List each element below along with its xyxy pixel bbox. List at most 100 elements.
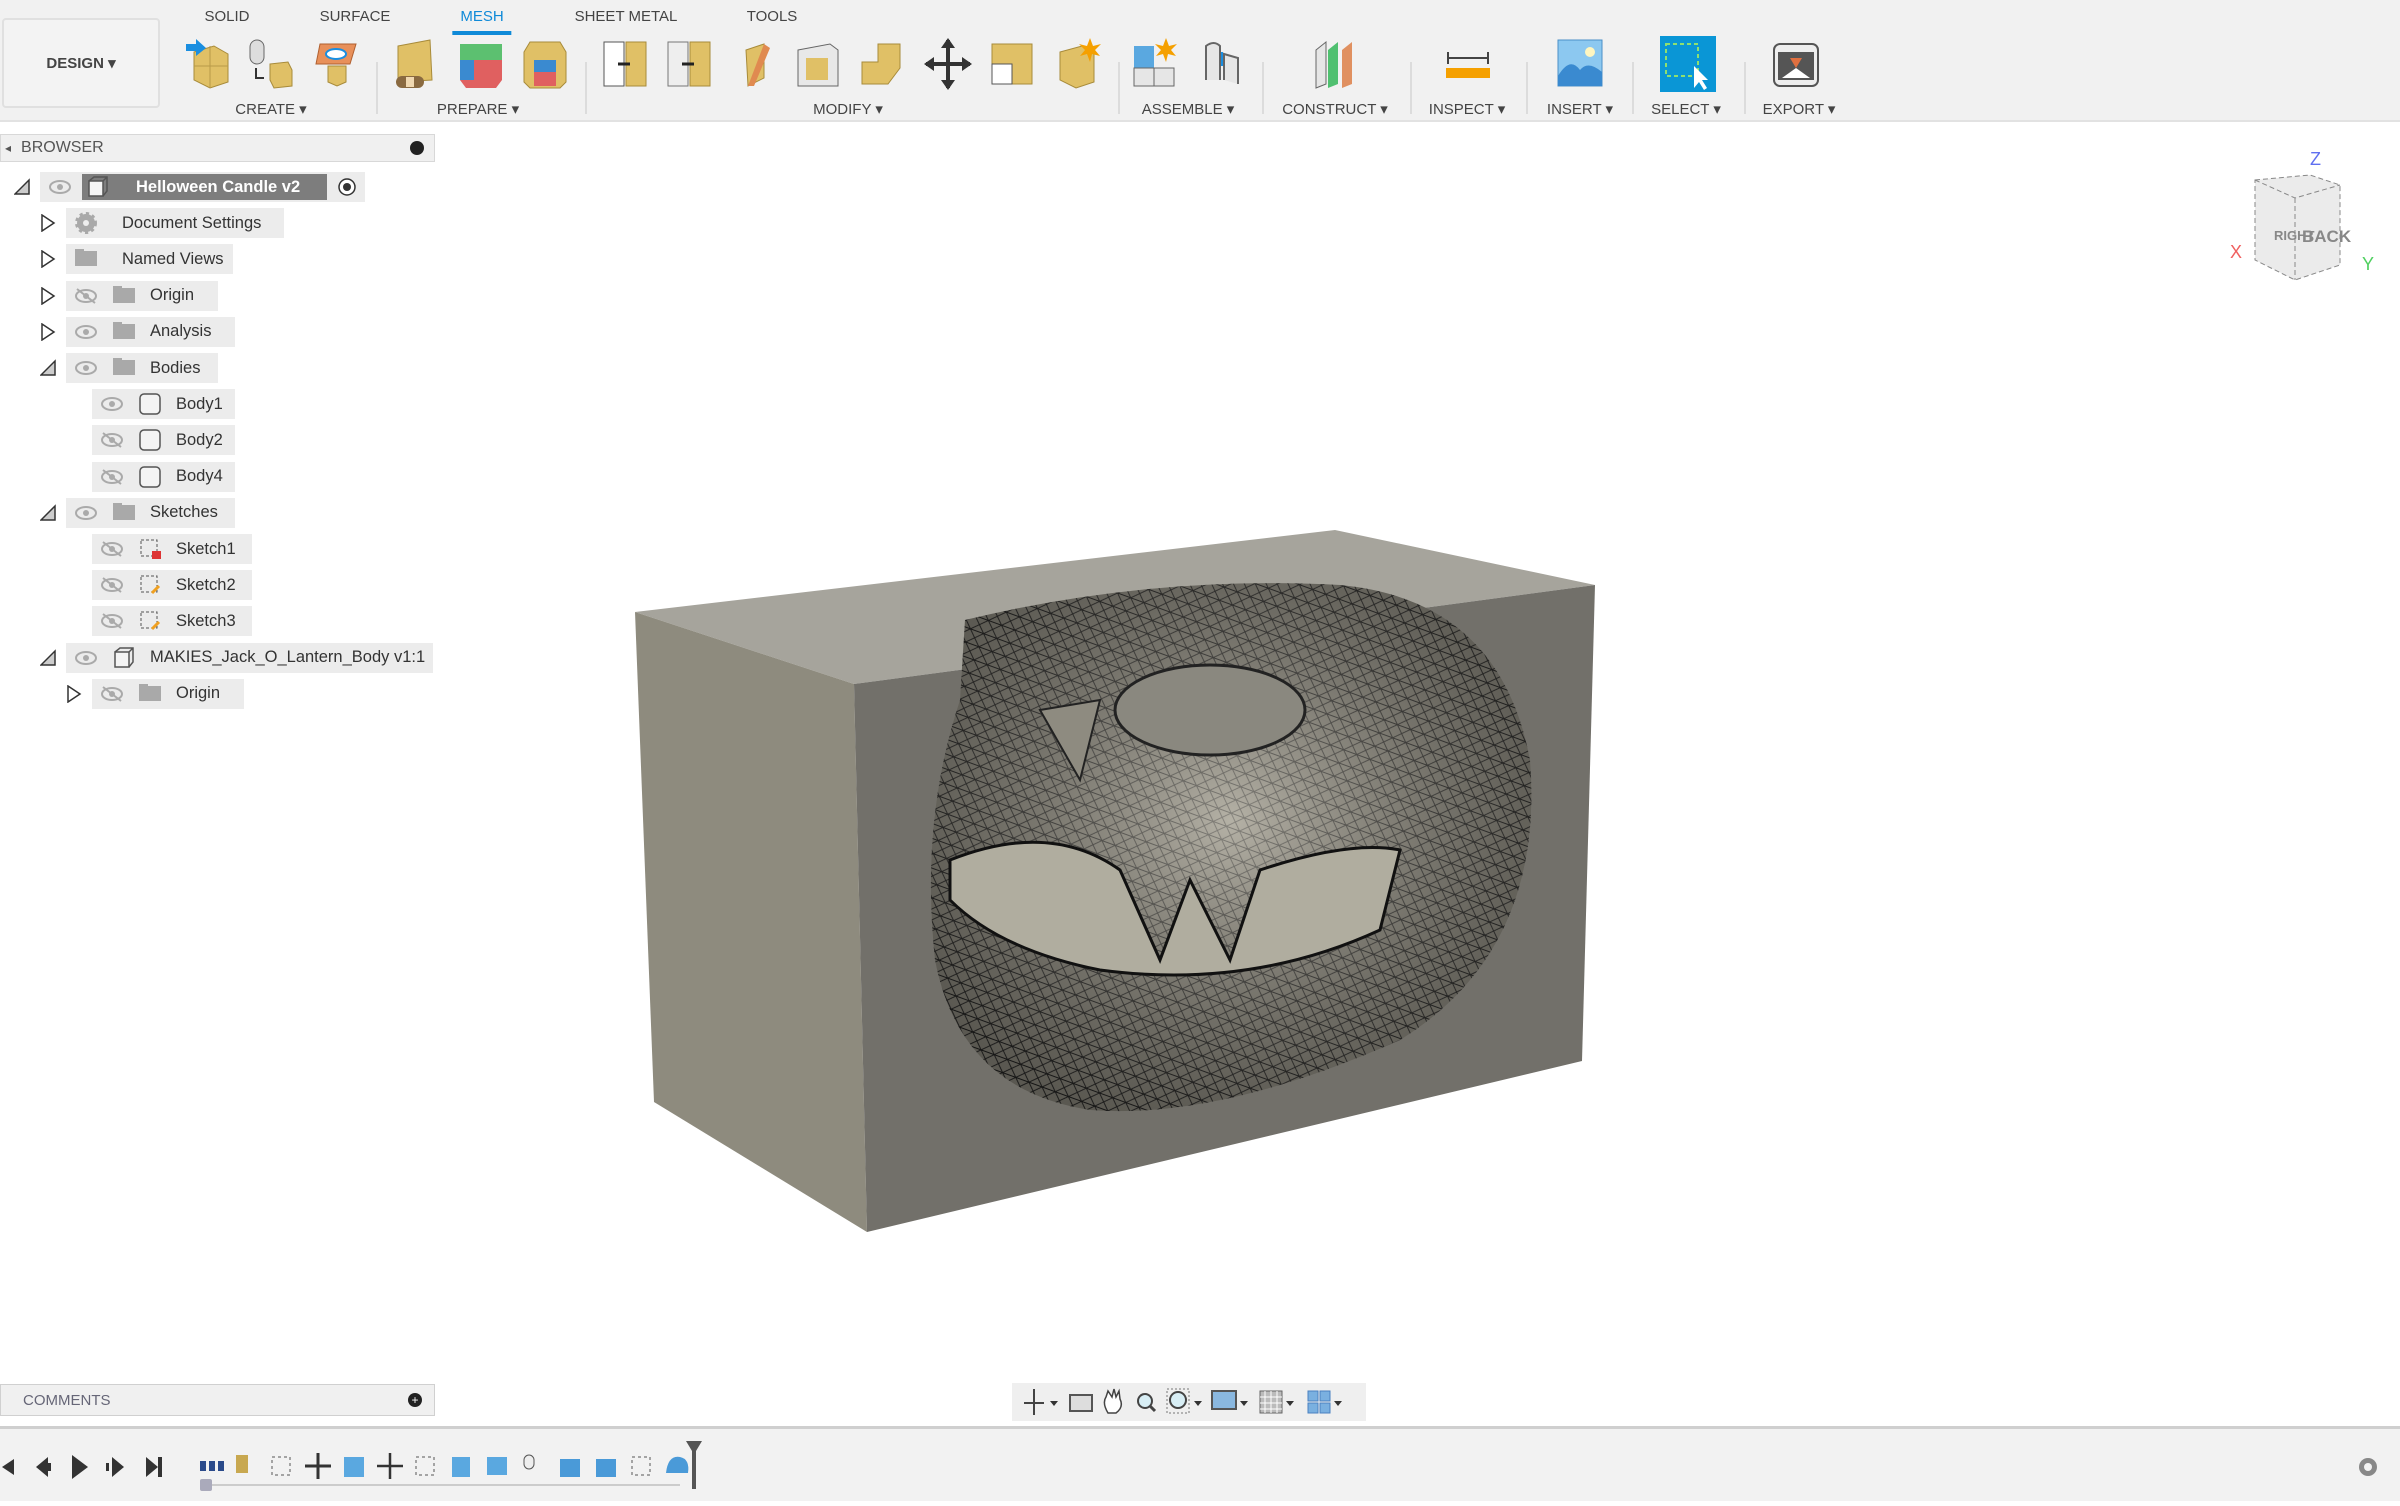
scale-icon[interactable] <box>986 36 1038 92</box>
select-menu[interactable]: SELECT ▾ <box>1651 100 1721 118</box>
expand-arrow-icon[interactable] <box>40 286 56 305</box>
step-back-icon[interactable] <box>36 1457 51 1477</box>
modify-menu[interactable]: MODIFY ▾ <box>813 100 883 118</box>
visibility-hidden-icon[interactable] <box>100 541 124 557</box>
expand-arrow-icon[interactable] <box>66 684 82 703</box>
timeline-playhead[interactable] <box>686 1441 702 1489</box>
collapse-arrow-icon[interactable] <box>40 503 56 522</box>
tree-item[interactable]: Sketch1 <box>0 534 435 564</box>
grid-settings-icon[interactable] <box>1259 1390 1294 1414</box>
create-menu[interactable]: CREATE ▾ <box>235 100 306 118</box>
measure-icon[interactable] <box>1442 36 1494 92</box>
look-at-icon[interactable] <box>1069 1394 1093 1412</box>
separate-icon[interactable] <box>664 36 716 92</box>
visibility-eye-icon[interactable] <box>48 179 72 195</box>
tree-item[interactable]: Body2 <box>0 425 435 456</box>
browser-options-icon[interactable] <box>410 141 424 155</box>
tree-item[interactable]: Sketch3 <box>0 606 435 637</box>
visibility-eye-icon[interactable] <box>74 360 98 376</box>
tree-item[interactable]: Body4 <box>0 461 435 492</box>
select-icon[interactable] <box>1660 36 1716 92</box>
visibility-hidden-icon[interactable] <box>100 613 124 630</box>
tab-surface[interactable]: SURFACE <box>312 8 399 31</box>
workspace-dropdown[interactable]: DESIGN ▾ <box>2 18 160 108</box>
tree-item[interactable]: Bodies <box>0 353 435 383</box>
pan-icon[interactable] <box>1103 1388 1123 1414</box>
export-menu[interactable]: EXPORT ▾ <box>1763 100 1836 118</box>
fit-icon[interactable] <box>1166 1388 1202 1414</box>
shell-icon[interactable] <box>792 36 844 92</box>
tab-tools[interactable]: TOOLS <box>739 8 806 31</box>
construct-menu[interactable]: CONSTRUCT ▾ <box>1282 100 1388 118</box>
visibility-eye-icon[interactable] <box>74 505 98 521</box>
visibility-hidden-icon[interactable] <box>100 468 124 485</box>
prepare-menu[interactable]: PREPARE ▾ <box>437 100 519 118</box>
collapse-arrow-icon[interactable] <box>14 178 30 196</box>
inspect-label: INSPECT <box>1428 101 1494 118</box>
assemble-menu[interactable]: ASSEMBLE ▾ <box>1142 100 1235 118</box>
orbit-icon[interactable] <box>1024 1389 1058 1415</box>
gear-icon <box>75 212 97 235</box>
repair-icon[interactable] <box>392 36 444 92</box>
collapse-panel-icon[interactable]: ◂ <box>5 141 11 155</box>
collapse-arrow-icon[interactable] <box>40 648 56 667</box>
visibility-hidden-icon[interactable] <box>100 686 124 702</box>
visibility-eye-icon[interactable] <box>74 650 98 666</box>
timeline-features[interactable] <box>200 1453 689 1479</box>
reduce-icon[interactable] <box>520 36 572 92</box>
combine-icon[interactable] <box>856 36 908 92</box>
joint-icon[interactable] <box>1196 36 1248 92</box>
visibility-hidden-icon[interactable] <box>74 287 98 304</box>
visibility-hidden-icon[interactable] <box>100 432 124 449</box>
insert-menu[interactable]: INSERT ▾ <box>1547 100 1613 118</box>
zoom-icon[interactable] <box>1137 1393 1157 1413</box>
expand-arrow-icon[interactable] <box>40 214 56 233</box>
visibility-hidden-icon[interactable] <box>100 577 124 593</box>
model-viewport[interactable] <box>560 480 1700 1280</box>
play-icon[interactable] <box>72 1455 88 1479</box>
settings-gear-icon[interactable] <box>2359 1458 2377 1476</box>
tree-item[interactable]: Origin <box>0 280 435 311</box>
tree-item[interactable]: MAKIES_Jack_O_Lantern_Body v1:1 <box>0 642 435 673</box>
plane-cut-icon[interactable] <box>600 36 652 92</box>
tree-item[interactable]: Body1 <box>0 389 435 420</box>
insert-mesh-icon[interactable] <box>184 36 236 92</box>
tree-item[interactable]: Named Views <box>0 244 435 275</box>
create-face-group-icon[interactable] <box>312 36 364 92</box>
export-3d-print-icon[interactable] <box>1770 36 1822 92</box>
viewcube-back[interactable]: BACK <box>2302 227 2352 246</box>
expand-arrow-icon[interactable] <box>40 250 56 269</box>
inspect-menu[interactable]: INSPECT ▾ <box>1429 100 1505 118</box>
tree-item[interactable]: Helloween Candle v2 <box>0 172 435 202</box>
visibility-eye-icon[interactable] <box>74 324 98 340</box>
viewports-icon[interactable] <box>1307 1390 1342 1414</box>
add-comment-icon[interactable]: + <box>408 1393 422 1407</box>
view-cube[interactable]: RIGHT BACK Z X Y <box>2220 140 2400 290</box>
expand-arrow-icon[interactable] <box>40 322 56 341</box>
activate-radio-icon[interactable] <box>337 177 357 197</box>
tree-item[interactable]: Sketches <box>0 497 435 528</box>
remesh-icon[interactable] <box>456 36 508 92</box>
tab-sheet-metal[interactable]: SHEET METAL <box>567 8 686 31</box>
timeline-start-marker[interactable] <box>200 1479 212 1491</box>
smooth-icon[interactable] <box>730 36 782 92</box>
step-forward-icon[interactable] <box>106 1457 124 1477</box>
go-to-start-icon[interactable] <box>2 1459 14 1475</box>
tab-mesh[interactable]: MESH <box>452 8 512 35</box>
insert-image-icon[interactable] <box>1554 36 1606 92</box>
go-to-end-icon[interactable] <box>146 1457 162 1477</box>
tree-item-label: Sketch3 <box>176 611 236 630</box>
tree-item[interactable]: Origin <box>0 678 435 709</box>
convert-mesh-icon[interactable] <box>1050 36 1102 92</box>
tab-solid[interactable]: SOLID <box>196 8 257 31</box>
move-icon[interactable] <box>922 36 974 92</box>
display-settings-icon[interactable] <box>1211 1390 1248 1410</box>
new-component-icon[interactable] <box>1130 36 1182 92</box>
tree-item[interactable]: Document Settings <box>0 208 435 239</box>
tree-item[interactable]: Sketch2 <box>0 570 435 601</box>
mesh-from-body-icon[interactable] <box>244 36 296 92</box>
construct-plane-icon[interactable] <box>1310 36 1362 92</box>
collapse-arrow-icon[interactable] <box>40 359 56 377</box>
tree-item[interactable]: Analysis <box>0 316 435 347</box>
visibility-eye-icon[interactable] <box>100 396 124 412</box>
